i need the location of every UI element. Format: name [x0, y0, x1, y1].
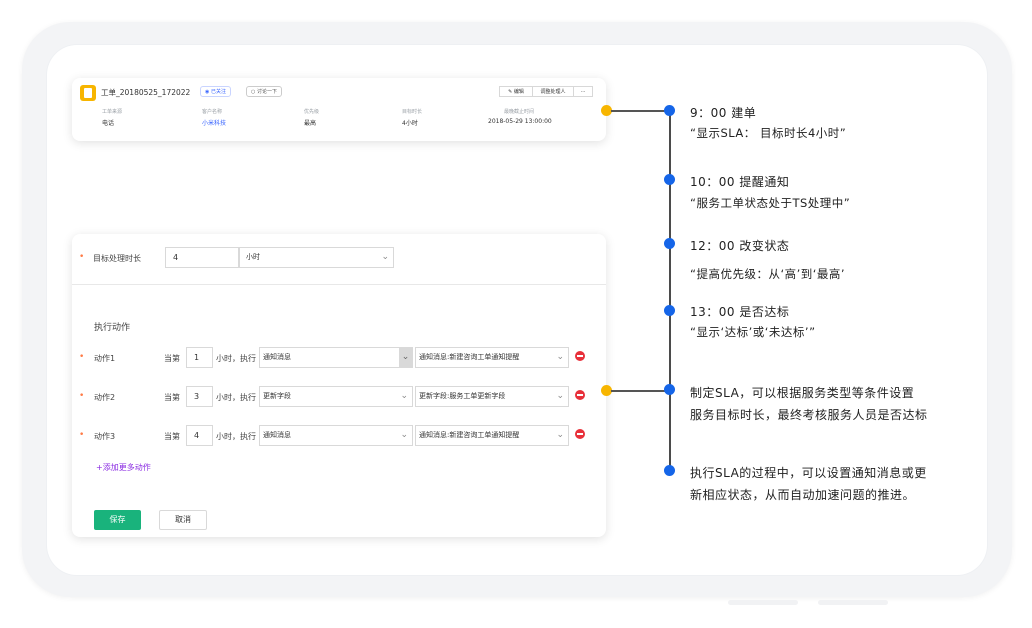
chevron-down-icon: ⌄ — [381, 252, 389, 262]
followed-tag-label: 已关注 — [210, 89, 226, 95]
field-label-customer: 客户名称 — [202, 109, 223, 115]
save-button[interactable]: 保存 — [94, 510, 141, 530]
action-detail-select[interactable]: 通知消息:新建咨询工单通知提醒 ⌄ — [415, 425, 569, 446]
timeline-sub: “显示‘达标’或‘未达标’” — [690, 325, 816, 339]
discuss-tag[interactable]: ○ 讨论一下 — [246, 86, 282, 97]
action-type-select[interactable]: 通知消息 ⌄ — [259, 425, 413, 446]
followed-tag[interactable]: ◉ 已关注 — [200, 86, 231, 97]
action-hour-input[interactable]: 1 — [186, 347, 213, 368]
field-value-target: 4小时 — [402, 120, 418, 127]
chevron-down-icon: ⌄ — [556, 352, 564, 362]
action-mid-text: 小时，执行 — [216, 354, 256, 363]
chevron-down-icon: ⌄ — [399, 348, 412, 367]
timeline-sub: 服务目标时长，最终考核服务人员是否达标 — [690, 408, 928, 422]
chevron-down-icon: ⌄ — [556, 430, 564, 440]
required-mark: • — [79, 252, 85, 262]
action-detail-select[interactable]: 更新字段:服务工单更新字段 ⌄ — [415, 386, 569, 407]
timeline-dot — [664, 238, 675, 249]
timeline-sub: 新相应状态，从而自动加速问题的推进。 — [690, 488, 916, 502]
action-row-1: • 动作1 当第 1 小时，执行 通知消息 ⌄ 通知消息:新建咨询工单通知提醒 … — [72, 347, 606, 369]
field-label-deadline: 最晚截止时间 — [504, 109, 535, 115]
timeline-line — [669, 110, 671, 475]
action-mid-text: 小时，执行 — [216, 393, 256, 402]
action-type-value: 更新字段 — [263, 392, 291, 400]
target-unit-value: 小时 — [246, 253, 260, 261]
target-duration-label: 目标处理时长 — [93, 254, 141, 263]
timeline-sub: “提高优先级：从‘高’到‘最高’ — [690, 267, 846, 281]
timeline-dot — [664, 384, 675, 395]
action-detail-value: 更新字段:服务工单更新字段 — [419, 392, 506, 400]
timeline-sub: “服务工单状态处于TS处理中” — [690, 196, 851, 210]
field-value-source: 电话 — [102, 120, 115, 127]
transfer-button[interactable]: 调整处理人 — [532, 86, 574, 97]
action-prefix: 当第 — [164, 393, 180, 402]
ticket-card: 工单_20180525_172022 ◉ 已关注 ○ 讨论一下 ✎ 编辑 调整处… — [72, 78, 606, 141]
action-type-select[interactable]: 通知消息 ⌄ — [259, 347, 413, 368]
action-label: 动作3 — [94, 432, 116, 441]
target-duration-input[interactable]: 4 — [165, 247, 239, 268]
action-hour-input[interactable]: 3 — [186, 386, 213, 407]
action-prefix: 当第 — [164, 354, 180, 363]
required-mark: • — [79, 352, 85, 362]
action-label: 动作1 — [94, 354, 116, 363]
timeline-title: 13：00 是否达标 — [690, 305, 790, 319]
chevron-down-icon: ⌄ — [400, 391, 408, 401]
action-prefix: 当第 — [164, 432, 180, 441]
remove-action-icon[interactable] — [575, 351, 585, 361]
remove-action-icon[interactable] — [575, 390, 585, 400]
field-label-target: 目标时长 — [402, 109, 423, 115]
discuss-tag-label: 讨论一下 — [256, 89, 277, 95]
action-type-value: 通知消息 — [263, 431, 291, 439]
action-hour-input[interactable]: 4 — [186, 425, 213, 446]
device-foot-left — [728, 600, 798, 605]
action-detail-value: 通知消息:新建咨询工单通知提醒 — [419, 353, 520, 361]
timeline-dot — [664, 105, 675, 116]
timeline-sub: “显示SLA： 目标时长4小时” — [690, 126, 847, 140]
action-type-value: 通知消息 — [263, 353, 291, 361]
timeline-title: 制定SLA，可以根据服务类型等条件设置 — [690, 386, 915, 400]
action-detail-select[interactable]: 通知消息:新建咨询工单通知提醒 ⌄ — [415, 347, 569, 368]
action-detail-value: 通知消息:新建咨询工单通知提醒 — [419, 431, 520, 439]
sla-form-card: • 目标处理时长 4 小时 ⌄ 执行动作 • 动作1 当第 1 小时，执行 通知… — [72, 234, 606, 537]
ticket-icon — [80, 85, 96, 101]
chevron-down-icon: ⌄ — [400, 430, 408, 440]
remove-action-icon[interactable] — [575, 429, 585, 439]
required-mark: • — [79, 430, 85, 440]
edit-button[interactable]: ✎ 编辑 — [499, 86, 533, 97]
add-action-link[interactable]: +添加更多动作 — [96, 462, 151, 473]
form-divider — [72, 284, 606, 285]
field-value-customer[interactable]: 小米科技 — [202, 118, 226, 127]
connector-line-actions — [611, 390, 669, 392]
field-label-priority: 优先级 — [304, 109, 320, 115]
timeline-title: 9：00 建单 — [690, 106, 757, 120]
cancel-button[interactable]: 取消 — [159, 510, 207, 530]
target-unit-select[interactable]: 小时 ⌄ — [239, 247, 394, 268]
action-mid-text: 小时，执行 — [216, 432, 256, 441]
connector-line-ticket — [611, 110, 669, 112]
timeline-dot — [664, 465, 675, 476]
timeline-dot — [664, 174, 675, 185]
edit-button-label: 编辑 — [513, 89, 524, 95]
action-type-select[interactable]: 更新字段 ⌄ — [259, 386, 413, 407]
section-title: 执行动作 — [94, 323, 131, 333]
field-value-deadline: 2018-05-29 13:00:00 — [488, 118, 552, 125]
required-mark: • — [79, 391, 85, 401]
timeline-dot — [664, 305, 675, 316]
device-foot-right — [818, 600, 888, 605]
ticket-title: 工单_20180525_172022 — [101, 88, 191, 97]
action-row-2: • 动作2 当第 3 小时，执行 更新字段 ⌄ 更新字段:服务工单更新字段 ⌄ — [72, 386, 606, 408]
more-button[interactable]: ··· — [573, 86, 593, 97]
timeline-title: 12：00 改变状态 — [690, 239, 790, 253]
action-label: 动作2 — [94, 393, 116, 402]
timeline-title: 10：00 提醒通知 — [690, 175, 790, 189]
timeline-title: 执行SLA的过程中，可以设置通知消息或更 — [690, 466, 927, 480]
action-row-3: • 动作3 当第 4 小时，执行 通知消息 ⌄ 通知消息:新建咨询工单通知提醒 … — [72, 425, 606, 447]
field-value-priority: 最高 — [304, 120, 317, 127]
chevron-down-icon: ⌄ — [556, 391, 564, 401]
field-label-source: 工单来源 — [102, 109, 123, 115]
